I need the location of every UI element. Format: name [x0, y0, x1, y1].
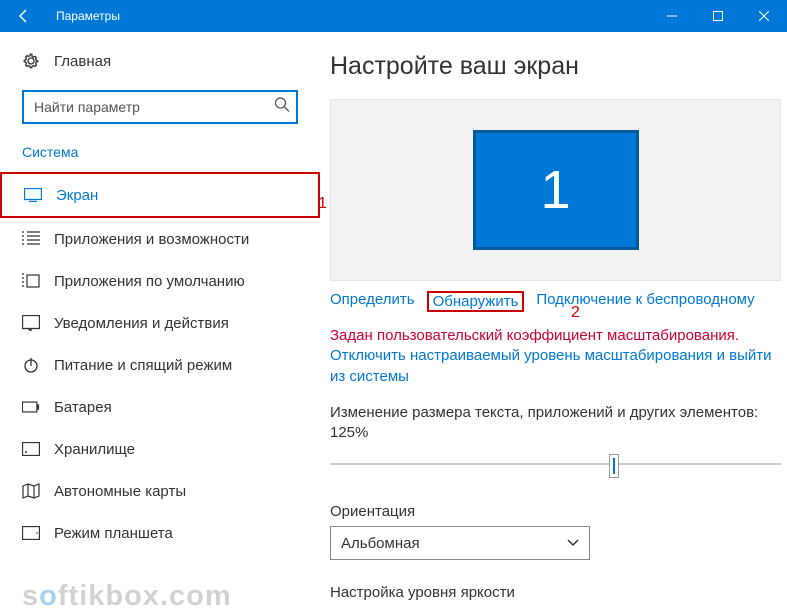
notifications-icon: [22, 314, 40, 332]
sidebar-item-label: Хранилище: [54, 441, 135, 458]
annotation-2: 2: [571, 304, 580, 322]
monitor-number: 1: [540, 159, 570, 221]
list-icon: [22, 230, 40, 248]
sidebar-item-storage[interactable]: Хранилище: [0, 428, 320, 470]
tablet-icon: [22, 524, 40, 542]
close-icon: [759, 11, 769, 21]
scale-slider[interactable]: [330, 453, 781, 483]
category-label: Система: [0, 144, 320, 160]
close-button[interactable]: [741, 0, 787, 32]
gear-icon: [22, 52, 40, 70]
disable-scaling-link[interactable]: Отключить настраиваемый уровень масштаби…: [330, 346, 781, 387]
sidebar-item-label: Батарея: [54, 399, 112, 416]
wireless-link[interactable]: Подключение к беспроводному: [536, 291, 754, 312]
detect-link[interactable]: Обнаружить: [427, 291, 525, 312]
sidebar-item-label: Уведомления и действия: [54, 315, 229, 332]
display-actions: Определить Обнаружить Подключение к бесп…: [330, 291, 781, 312]
sidebar-item-label: Приложения по умолчанию: [54, 273, 245, 290]
sidebar-item-maps[interactable]: Автономные карты: [0, 470, 320, 512]
arrow-left-icon: [16, 8, 32, 24]
search-container: [22, 90, 298, 124]
sidebar-item-label: Автономные карты: [54, 483, 186, 500]
identify-link[interactable]: Определить: [330, 291, 415, 312]
slider-track: [330, 463, 781, 465]
sidebar: Главная Система Экран Приложения и возмо…: [0, 32, 320, 616]
search-icon: [274, 97, 290, 118]
default-apps-icon: [22, 272, 40, 290]
titlebar: Параметры: [0, 0, 787, 32]
sidebar-item-notifications[interactable]: Уведомления и действия: [0, 302, 320, 344]
minimize-button[interactable]: [649, 0, 695, 32]
sidebar-item-tablet[interactable]: Режим планшета: [0, 512, 320, 554]
minimize-icon: [667, 11, 677, 21]
page-title: Настройте ваш экран: [330, 52, 781, 81]
sidebar-item-label: Режим планшета: [54, 525, 173, 542]
display-icon: [24, 186, 42, 204]
orientation-select[interactable]: Альбомная: [330, 526, 590, 560]
slider-thumb[interactable]: [610, 455, 618, 477]
sidebar-item-apps[interactable]: Приложения и возможности: [0, 218, 320, 260]
power-icon: [22, 356, 40, 374]
maximize-button[interactable]: [695, 0, 741, 32]
sidebar-item-default-apps[interactable]: Приложения по умолчанию: [0, 260, 320, 302]
annotation-1: 1: [318, 195, 327, 213]
sidebar-item-power[interactable]: Питание и спящий режим: [0, 344, 320, 386]
chevron-down-icon: [567, 539, 579, 547]
orientation-label: Ориентация: [330, 503, 781, 520]
maximize-icon: [713, 11, 723, 21]
sidebar-item-label: Питание и спящий режим: [54, 357, 232, 374]
orientation-value: Альбомная: [341, 535, 420, 552]
sidebar-item-display[interactable]: Экран: [0, 172, 320, 218]
home-link[interactable]: Главная: [0, 46, 320, 76]
storage-icon: [22, 440, 40, 458]
sidebar-item-label: Приложения и возможности: [54, 231, 249, 248]
sidebar-item-battery[interactable]: Батарея: [0, 386, 320, 428]
scaling-warning: Задан пользовательский коэффициент масшт…: [330, 326, 781, 346]
scale-label: Изменение размера текста, приложений и д…: [330, 403, 781, 444]
home-label: Главная: [54, 53, 111, 70]
monitor-1[interactable]: 1: [473, 130, 639, 250]
back-button[interactable]: [0, 0, 48, 32]
search-input[interactable]: [22, 90, 298, 124]
battery-icon: [22, 398, 40, 416]
display-preview[interactable]: 1: [330, 99, 781, 281]
window-title: Параметры: [48, 9, 120, 23]
sidebar-item-label: Экран: [56, 187, 98, 204]
main-panel: Настройте ваш экран 1 Определить Обнаруж…: [320, 32, 787, 616]
brightness-label: Настройка уровня яркости: [330, 584, 781, 601]
map-icon: [22, 482, 40, 500]
